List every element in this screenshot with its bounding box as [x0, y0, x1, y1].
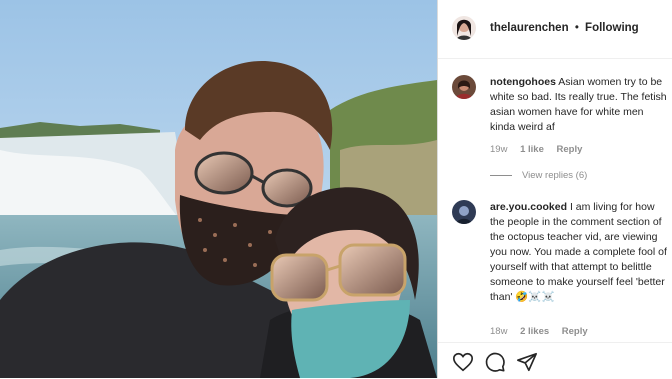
reply-button[interactable]: Reply [562, 326, 588, 337]
reply-button[interactable]: Reply [557, 144, 583, 155]
post-header: thelaurenchen • Following [438, 0, 672, 59]
comment-age: 18w [490, 326, 508, 337]
avatar-notengohoes [452, 75, 476, 99]
comments-panel: thelaurenchen • Following notengohoes As… [437, 0, 672, 378]
comment-likes[interactable]: 1 like [520, 144, 544, 155]
following-button[interactable]: Following [585, 22, 639, 34]
commenter-avatar[interactable] [452, 200, 476, 224]
post-author[interactable]: thelaurenchen [490, 22, 569, 34]
replies-divider [490, 174, 512, 176]
comment-username[interactable]: are.you.cooked [490, 201, 567, 213]
comment-1: notengohoes Asian women try to be white … [490, 75, 670, 135]
comment-likes[interactable]: 2 likes [520, 326, 549, 337]
view-replies-button[interactable]: View replies (6) [490, 170, 587, 181]
post-photo[interactable] [0, 0, 437, 378]
avatar[interactable] [452, 16, 476, 40]
share-icon[interactable] [516, 351, 538, 373]
avatar-are-you-cooked [452, 200, 476, 224]
commenter-avatar[interactable] [452, 75, 476, 99]
comment-2: are.you.cooked I am living for how the p… [490, 200, 670, 305]
heart-icon[interactable] [452, 351, 474, 373]
comment-icon[interactable] [484, 351, 506, 373]
selfie-image [0, 0, 437, 378]
comment-text: I am living for how the people in the co… [490, 201, 667, 303]
view-replies-label: View replies (6) [522, 170, 588, 181]
comment-username[interactable]: notengohoes [490, 76, 556, 88]
comment-age: 19w [490, 144, 508, 155]
header-separator: • [574, 22, 579, 34]
avatar-thelaurenchen [452, 16, 476, 40]
comment-meta: 18w 2 likes Reply [490, 326, 598, 337]
comment-meta: 19w 1 like Reply [490, 144, 592, 155]
action-bar [438, 342, 672, 379]
